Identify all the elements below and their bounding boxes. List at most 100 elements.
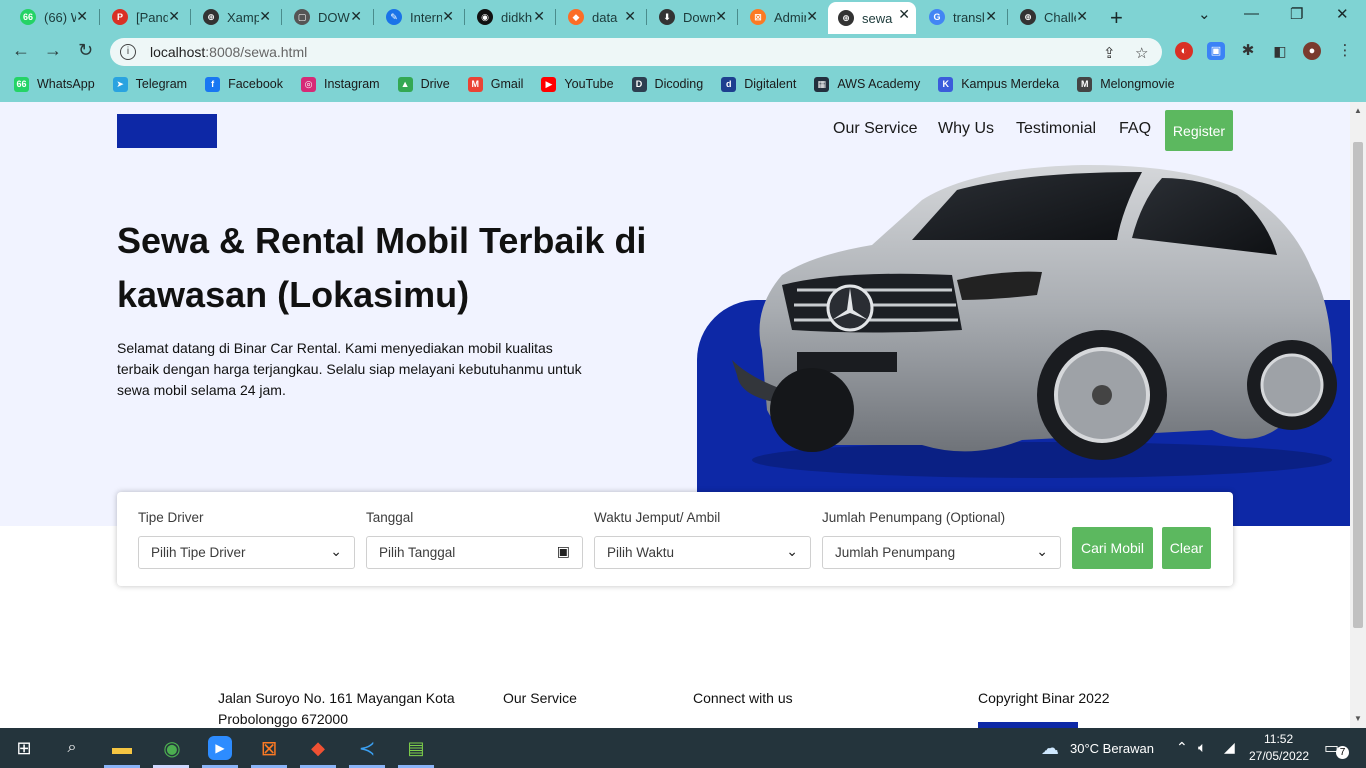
chevron-up-icon[interactable]: ⌃: [1176, 739, 1188, 756]
tab-close-icon[interactable]: ✕: [985, 8, 997, 25]
tab-close-icon[interactable]: ✕: [898, 6, 910, 23]
tab-close-icon[interactable]: ✕: [76, 8, 88, 25]
extensions-puzzle-icon[interactable]: ✱: [1239, 42, 1257, 60]
nav-our-service[interactable]: Our Service: [833, 120, 917, 138]
clear-button[interactable]: Clear: [1162, 527, 1211, 569]
driver-type-select[interactable]: Pilih Tipe Driver ⌄: [138, 536, 355, 569]
kampus-merdeka-icon: K: [938, 76, 954, 92]
vscode-icon[interactable]: ≺: [355, 736, 379, 760]
bookmark-digitalent[interactable]: d Digitalent: [721, 76, 796, 92]
bookmark-whatsapp[interactable]: 66 WhatsApp: [14, 76, 95, 92]
hero-section: Our Service Why Us Testimonial FAQ Regis…: [0, 102, 1350, 586]
tab-close-icon[interactable]: ✕: [442, 8, 454, 25]
tab-separator: [555, 9, 556, 25]
back-button[interactable]: ←: [12, 40, 30, 61]
tab-close-icon[interactable]: ✕: [624, 8, 636, 25]
tab-2[interactable]: P [Pandu]✕: [102, 4, 186, 30]
maximize-button[interactable]: ❐: [1290, 5, 1303, 23]
tab-6[interactable]: ◉ didkhi ✕: [467, 4, 551, 30]
browser-menu-icon[interactable]: ⋮: [1336, 42, 1354, 60]
register-button[interactable]: Register: [1165, 110, 1233, 151]
passengers-select[interactable]: Jumlah Penumpang ⌄: [822, 536, 1061, 569]
tab-12[interactable]: ⊕ Challenge✕: [1010, 4, 1094, 30]
tab-10[interactable]: ⊕ sewa ✕: [828, 2, 916, 34]
nav-testimonial[interactable]: Testimonial: [1016, 120, 1096, 138]
minimize-button[interactable]: —: [1244, 5, 1259, 22]
drive-icon: ✎: [386, 9, 402, 25]
tab-1[interactable]: 66 (66) WhatsApp✕: [10, 4, 94, 30]
url-host: localhost: [150, 44, 206, 60]
bookmark-label: Kampus Merdeka: [961, 77, 1060, 91]
profile-avatar[interactable]: ●: [1303, 42, 1321, 60]
side-panel-icon[interactable]: ◧: [1271, 42, 1289, 60]
bookmark-label: Facebook: [228, 77, 283, 91]
tab-close-icon[interactable]: ✕: [350, 8, 362, 25]
tab-search-icon[interactable]: ⌄: [1198, 5, 1211, 23]
extension-camera-icon[interactable]: ▣: [1207, 42, 1225, 60]
clock-time[interactable]: 11:52: [1264, 732, 1293, 746]
pickup-time-label: Waktu Jemput/ Ambil: [594, 510, 721, 525]
tab-4[interactable]: ▢ DOWNLOAD✕: [284, 4, 368, 30]
clock-date[interactable]: 27/05/2022: [1249, 749, 1309, 763]
tab-close-icon[interactable]: ✕: [715, 8, 727, 25]
tab-11[interactable]: Gtranslate✕: [919, 4, 1003, 30]
page-scrollbar[interactable]: ▲ ▼: [1350, 102, 1366, 728]
wifi-icon[interactable]: ◢: [1224, 739, 1235, 756]
notepad-icon[interactable]: ▤: [404, 736, 428, 760]
site-info-icon[interactable]: i: [120, 44, 136, 60]
bookmark-facebook[interactable]: f Facebook: [205, 76, 283, 92]
tab-5[interactable]: ✎ Internet✕: [376, 4, 460, 30]
xampp-icon[interactable]: ⊠: [257, 736, 281, 760]
scroll-up-icon[interactable]: ▲: [1354, 106, 1362, 115]
bookmark-youtube[interactable]: ▶ YouTube: [541, 76, 614, 92]
tab-9[interactable]: ⊠ Admin✕: [740, 4, 824, 30]
scrollbar-thumb[interactable]: [1353, 142, 1363, 628]
tab-7[interactable]: ◆ data ✕: [558, 4, 642, 30]
bookmark-instagram[interactable]: ◎ Instagram: [301, 76, 380, 92]
git-icon[interactable]: ◆: [306, 736, 330, 760]
search-car-button[interactable]: Cari Mobil: [1072, 527, 1153, 569]
new-tab-button[interactable]: +: [1110, 5, 1123, 31]
tab-close-icon[interactable]: ✕: [533, 8, 545, 25]
bookmark-telegram[interactable]: ➤ Telegram: [112, 76, 187, 92]
volume-icon[interactable]: 🔈︎: [1198, 739, 1206, 756]
windows-start-icon[interactable]: ⊞: [12, 736, 36, 760]
chevron-down-icon: ⌄: [786, 543, 798, 559]
tab-3[interactable]: ⊕ Xampp✕: [193, 4, 277, 30]
footer-connect: Connect with us: [693, 690, 793, 706]
tab-8[interactable]: ⬇ Downloads✕: [649, 4, 733, 30]
close-window-button[interactable]: ✕: [1336, 5, 1349, 23]
share-icon[interactable]: ⇪: [1103, 44, 1116, 62]
footer-our-service[interactable]: Our Service: [503, 688, 577, 709]
tab-close-icon[interactable]: ✕: [1076, 8, 1088, 25]
reload-button[interactable]: ↻: [78, 40, 93, 61]
date-input[interactable]: Pilih Tanggal ▣: [366, 536, 583, 569]
tab-separator: [1007, 9, 1008, 25]
bookmark-aws-academy[interactable]: ▦ AWS Academy: [814, 76, 920, 92]
bookmark-gmail[interactable]: M Gmail: [467, 76, 523, 92]
telegram-icon: ➤: [112, 76, 128, 92]
bookmark-dicoding[interactable]: D Dicoding: [631, 76, 703, 92]
bookmark-star-icon[interactable]: ☆: [1135, 44, 1148, 62]
scroll-down-icon[interactable]: ▼: [1354, 714, 1362, 723]
driver-type-value: Pilih Tipe Driver: [151, 545, 246, 560]
site-logo[interactable]: [117, 114, 217, 148]
pickup-time-select[interactable]: Pilih Waktu ⌄: [594, 536, 811, 569]
extension-adblock-icon[interactable]: ◐: [1175, 42, 1193, 60]
bookmark-melongmovie[interactable]: M Melongmovie: [1077, 76, 1175, 92]
nav-faq[interactable]: FAQ: [1119, 120, 1151, 138]
address-bar[interactable]: i localhost:8008/sewa.html ⇪ ☆: [110, 38, 1162, 66]
nav-why-us[interactable]: Why Us: [938, 120, 994, 138]
zoom-icon[interactable]: ▶: [208, 736, 232, 760]
bookmark-kampus-merdeka[interactable]: K Kampus Merdeka: [938, 76, 1060, 92]
tab-close-icon[interactable]: ✕: [806, 8, 818, 25]
tab-close-icon[interactable]: ✕: [259, 8, 271, 25]
forward-button[interactable]: →: [44, 40, 62, 61]
file-explorer-icon[interactable]: ▬: [110, 736, 134, 760]
calendar-icon[interactable]: ▣: [557, 543, 570, 560]
bookmark-drive[interactable]: ▲ Drive: [397, 76, 450, 92]
search-icon[interactable]: ⌕: [60, 736, 84, 760]
tab-close-icon[interactable]: ✕: [168, 8, 180, 25]
chrome-icon[interactable]: ◉: [160, 736, 184, 760]
weather-text[interactable]: 30°C Berawan: [1070, 741, 1154, 756]
